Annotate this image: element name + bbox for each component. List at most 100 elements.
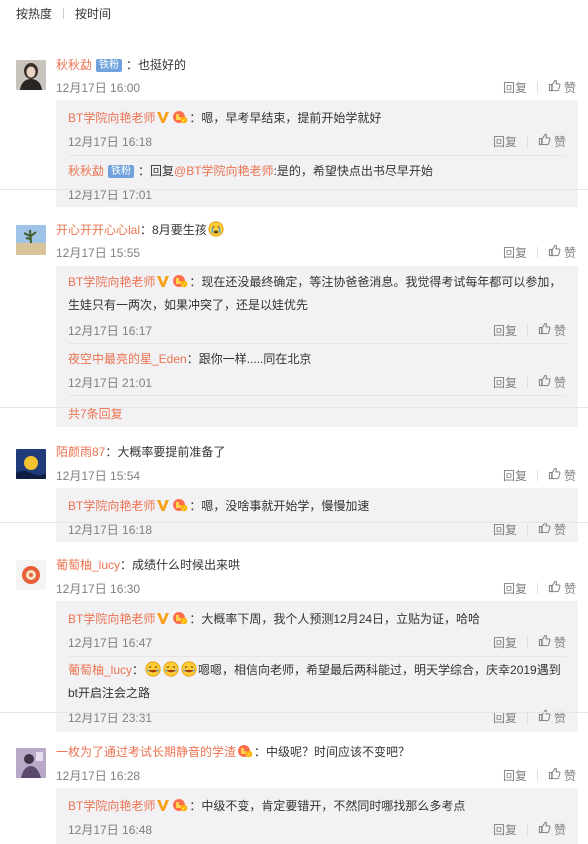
comment-time: 12月17日 15:55 xyxy=(56,246,141,260)
like-button[interactable]: 赞 xyxy=(538,521,566,538)
comment-divider xyxy=(0,522,588,523)
like-button[interactable]: 赞 xyxy=(548,79,576,96)
like-button[interactable]: 赞 xyxy=(538,374,566,391)
member-level-icon xyxy=(172,274,188,288)
action-divider xyxy=(526,637,528,648)
mention-link[interactable]: @BT学院向艳老师 xyxy=(174,164,274,178)
like-button[interactable]: 赞 xyxy=(548,767,576,784)
like-button[interactable]: 赞 xyxy=(538,322,566,339)
reply-author-name[interactable]: 秋秋勐 xyxy=(68,164,104,178)
reply-author-name[interactable]: 葡萄柚_lucy xyxy=(68,663,132,677)
replies-box: BT学院向艳老师 ：中级不变，肯定要错开，不然同时哪找那么多考点 12月17日 1… xyxy=(56,788,578,844)
reply-button[interactable]: 回复 xyxy=(493,821,517,838)
thumbs-up-icon xyxy=(538,374,551,387)
thumbs-up-icon xyxy=(538,133,551,146)
comment-time: 12月17日 16:28 xyxy=(56,769,141,783)
reply-text: ：中级不变，肯定要错开，不然同时哪找那么多考点 xyxy=(189,799,466,813)
commenter-name[interactable]: 秋秋勐 xyxy=(56,58,92,72)
reply-prefix: ：回复 xyxy=(138,164,175,178)
comment-actions: 回复 赞 xyxy=(503,467,576,484)
like-button[interactable]: 赞 xyxy=(548,580,576,597)
reply-time: 12月17日 16:48 xyxy=(68,823,153,837)
member-level-icon xyxy=(172,798,188,812)
avatar[interactable] xyxy=(16,560,46,590)
reply-actions: 回复 赞 xyxy=(493,521,566,538)
reply-button[interactable]: 回复 xyxy=(503,580,527,597)
comment-text: ：成绩什么时候出来哄 xyxy=(120,558,241,572)
reply-text-line2: 生娃只有一两次，如果冲突了，还是以娃优先 xyxy=(68,298,309,312)
avatar[interactable] xyxy=(16,449,46,479)
thumbs-up-icon xyxy=(538,709,551,722)
sort-bar: 按热度 按时间 xyxy=(0,0,588,26)
replies-box: BT学院向艳老师 ：嗯，早考早结束，提前开始学就好 12月17日 16:18 回复… xyxy=(56,100,578,207)
verified-v-icon xyxy=(156,612,170,625)
action-divider xyxy=(526,524,528,535)
commenter-name[interactable]: 一枚为了通过考试长期静音的学渣 xyxy=(56,745,236,759)
reply-button[interactable]: 回复 xyxy=(493,521,517,538)
like-button[interactable]: 赞 xyxy=(548,467,576,484)
fan-badge: 铁粉 xyxy=(96,59,123,72)
verified-v-icon xyxy=(156,799,170,812)
member-level-icon xyxy=(172,110,188,124)
reply-text: :是的，希望快点出书尽早开始 xyxy=(273,164,433,178)
comment-time: 12月17日 15:54 xyxy=(56,469,141,483)
reply-button[interactable]: 回复 xyxy=(503,767,527,784)
like-button[interactable]: 赞 xyxy=(538,133,566,150)
reply-button[interactable]: 回复 xyxy=(493,133,517,150)
like-button[interactable]: 赞 xyxy=(548,244,576,261)
comment-divider xyxy=(0,189,588,190)
avatar[interactable] xyxy=(16,748,46,778)
reply-button[interactable]: 回复 xyxy=(493,374,517,391)
laughing-emoji-icon xyxy=(181,661,197,677)
comment-text: ：中级呢？时间应该不变吧？ xyxy=(254,745,411,759)
like-button[interactable]: 赞 xyxy=(538,821,566,838)
member-level-icon xyxy=(172,611,188,625)
avatar[interactable] xyxy=(16,60,46,90)
laughing-emoji-icon xyxy=(163,661,179,677)
reply-text: ：跟你一样.....同在北京 xyxy=(186,352,312,366)
action-divider xyxy=(536,583,538,594)
sort-divider xyxy=(63,7,65,19)
commenter-name[interactable]: 陌颜雨87 xyxy=(56,445,105,459)
reply-actions: 回复 赞 xyxy=(493,322,566,339)
action-divider xyxy=(526,377,528,388)
action-divider xyxy=(536,82,538,93)
commenter-name[interactable]: 开心开开心心lal xyxy=(56,223,140,237)
replies-box: BT学院向艳老师 ：嗯，没啥事就开始学，慢慢加速 12月17日 16:18 回复 … xyxy=(56,488,578,542)
sort-by-hot-tab[interactable]: 按热度 xyxy=(16,5,52,22)
reply-time: 12月17日 16:47 xyxy=(68,636,153,650)
action-divider xyxy=(536,470,538,481)
reply-author-name[interactable]: BT学院向艳老师 xyxy=(68,612,155,626)
thumbs-up-icon xyxy=(548,580,561,593)
reply-divider xyxy=(68,395,566,396)
verified-v-icon xyxy=(156,275,170,288)
reply-author-name[interactable]: BT学院向艳老师 xyxy=(68,499,155,513)
reply-author-name[interactable]: BT学院向艳老师 xyxy=(68,799,155,813)
reply-author-name[interactable]: 夜空中最亮的星_Eden xyxy=(68,352,187,366)
reply-actions: 回复 赞 xyxy=(493,374,566,391)
thumbs-up-icon xyxy=(538,322,551,335)
action-divider xyxy=(536,247,538,258)
reply-author-name[interactable]: BT学院向艳老师 xyxy=(68,275,155,289)
thumbs-up-icon xyxy=(548,79,561,92)
more-replies-link[interactable]: 共7条回复 xyxy=(68,406,123,422)
commenter-name[interactable]: 葡萄柚_lucy xyxy=(56,558,120,572)
reply-actions: 回复 赞 xyxy=(493,133,566,150)
avatar[interactable] xyxy=(16,225,46,255)
reply-button[interactable]: 回复 xyxy=(493,634,517,651)
thumbs-up-icon xyxy=(548,244,561,257)
comment-actions: 回复 赞 xyxy=(503,767,576,784)
thumbs-up-icon xyxy=(548,767,561,780)
reply-time: 12月17日 16:18 xyxy=(68,135,153,149)
reply-button[interactable]: 回复 xyxy=(503,79,527,96)
sort-by-time-tab[interactable]: 按时间 xyxy=(75,5,111,22)
thumbs-up-icon xyxy=(538,634,551,647)
comment-divider xyxy=(0,712,588,713)
reply-author-name[interactable]: BT学院向艳老师 xyxy=(68,111,155,125)
like-button[interactable]: 赞 xyxy=(538,634,566,651)
reply-button[interactable]: 回复 xyxy=(503,467,527,484)
reply-divider xyxy=(68,343,566,344)
fan-badge: 铁粉 xyxy=(108,165,135,178)
reply-button[interactable]: 回复 xyxy=(493,322,517,339)
reply-button[interactable]: 回复 xyxy=(503,244,527,261)
